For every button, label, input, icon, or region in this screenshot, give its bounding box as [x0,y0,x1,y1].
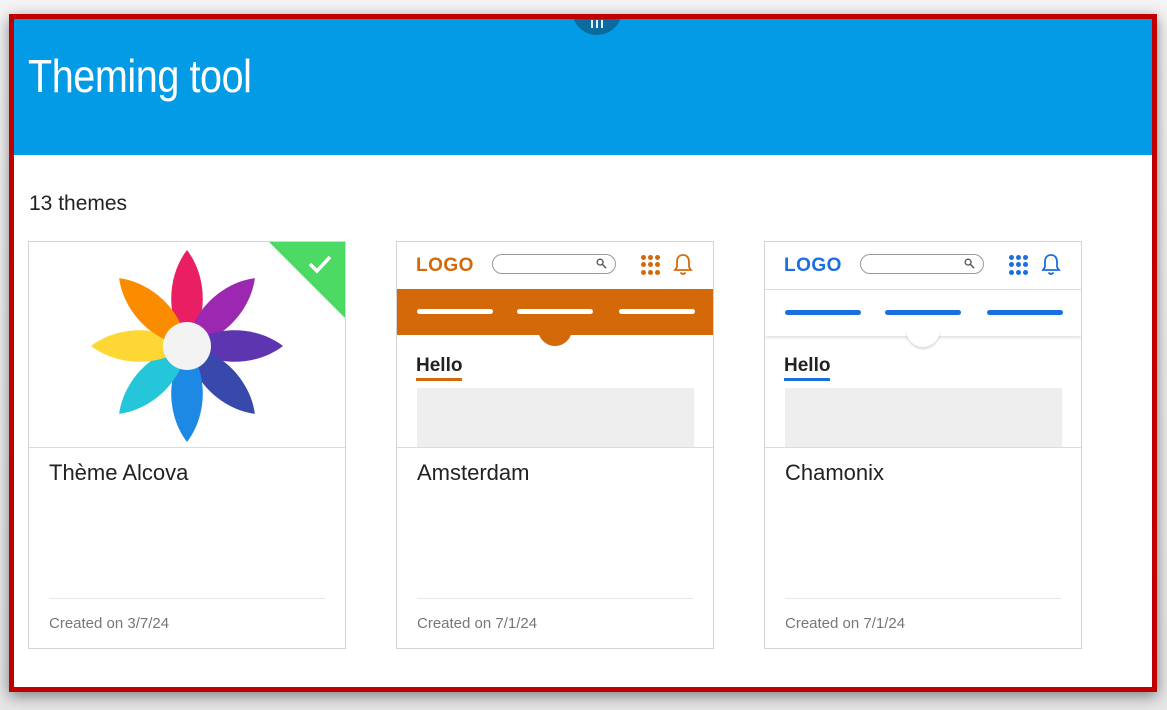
bell-icon [673,254,693,275]
theme-created-date: Created on 7/1/24 [417,615,538,632]
apps-grid-icon [1009,255,1029,275]
preview-logo: LOGO [416,255,474,276]
themes-count: 13 themes [29,192,128,215]
drag-handle[interactable] [572,19,622,35]
preview-topbar: LOGO [397,242,713,289]
theme-created-date: Created on 3/7/24 [49,615,170,632]
search-icon [964,258,975,269]
preview-content-block [785,388,1062,447]
theme-created-date: Created on 7/1/24 [785,615,906,632]
page-header: Theming tool [14,19,1152,155]
preview-search [860,254,984,274]
divider [785,598,1061,599]
theme-card-chamonix[interactable]: LOGO Hello Chamonix Created on 7/1/24 [764,241,1082,649]
apps-grid-icon [641,255,661,275]
theme-card-alcova[interactable]: Thème Alcova Created on 3/7/24 [28,241,346,649]
theme-name: Thème Alcova [49,460,189,485]
flower-logo-icon [91,250,283,442]
theme-preview: LOGO Hello [397,242,713,448]
bell-icon [1041,254,1061,275]
page-title: Theming tool [28,50,252,102]
preview-hello: Hello [784,355,831,381]
preview-navbar [765,289,1081,347]
theme-name: Amsterdam [417,460,530,485]
preview-topbar: LOGO [765,242,1081,289]
preview-navbar [397,289,713,346]
preview-hello: Hello [416,355,463,381]
theme-card-amsterdam[interactable]: LOGO Hello Amsterdam Created on 7/1/24 [396,241,714,649]
preview-search [492,254,616,274]
preview-logo: LOGO [784,255,842,276]
theme-preview [29,242,345,448]
handle-lines-icon [591,20,603,28]
theme-preview: LOGO Hello [765,242,1081,448]
search-icon [596,258,607,269]
preview-content-block [417,388,694,447]
divider [49,598,325,599]
theme-name: Chamonix [785,460,885,485]
checkmark-icon [308,255,332,274]
app-window: Theming tool 13 themes Thème Alcova Crea… [9,14,1157,692]
divider [417,598,693,599]
